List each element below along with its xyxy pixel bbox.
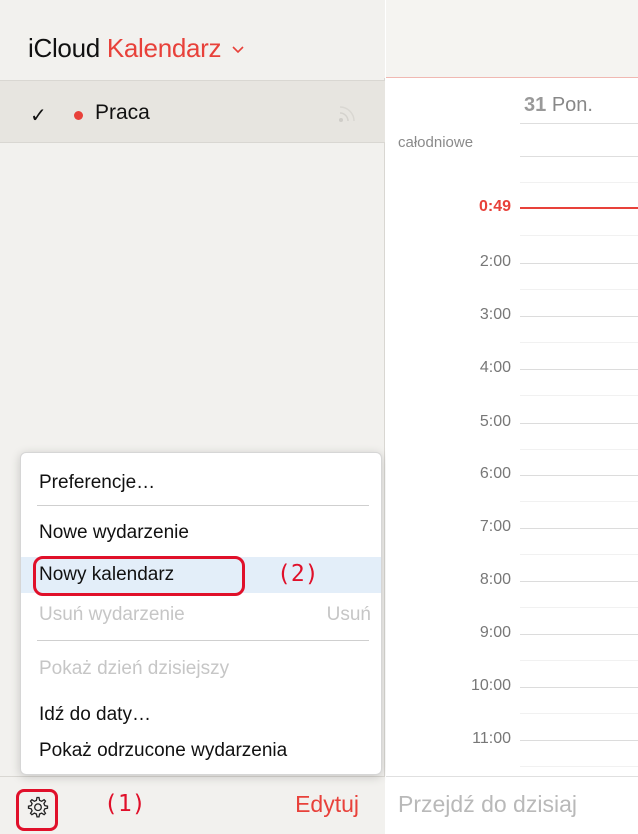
calendar-item-praca[interactable]: ✓ Praca: [0, 80, 385, 143]
edit-button[interactable]: Edytuj: [295, 791, 359, 818]
highlight-annotation: [33, 556, 245, 596]
step-1-annotation: (1): [104, 791, 146, 817]
sidebar: iCloud Kalendarz ✓ Praca (1) Edytuj Pref…: [0, 0, 385, 834]
brand-label: iCloud: [28, 33, 100, 63]
menu-item-shortcut: Usuń: [326, 604, 371, 625]
app-name: Kalendarz: [106, 33, 222, 63]
calendar-color-dot: [74, 111, 83, 120]
hour-label: 11:00: [472, 730, 511, 747]
all-day-label: całodniowe: [398, 134, 474, 151]
sidebar-header: iCloud Kalendarz: [0, 0, 385, 78]
grid-line: [520, 713, 638, 714]
hour-label: 10:00: [470, 677, 511, 694]
grid-line: [520, 766, 638, 767]
divider: [520, 156, 638, 157]
app-title[interactable]: iCloud Kalendarz: [28, 30, 244, 64]
hour-line: [520, 263, 638, 264]
hour-label: 5:00: [479, 413, 511, 430]
settings-button[interactable]: [16, 789, 58, 831]
grid-line: [520, 501, 638, 502]
divider: [520, 123, 638, 124]
grid-line: [520, 289, 638, 290]
day-name: Pon.: [551, 94, 593, 116]
grid-line: [520, 395, 638, 396]
menu-item-new-event[interactable]: Nowe wydarzenie: [21, 515, 381, 551]
grid-line: [520, 182, 638, 183]
grid-line: [520, 235, 638, 236]
hour-line: [520, 581, 638, 582]
share-icon[interactable]: [338, 103, 360, 128]
step-2-annotation: (2): [277, 561, 319, 587]
hour-line: [520, 687, 638, 688]
current-time-label: 0:49: [478, 198, 511, 215]
menu-separator: [37, 640, 369, 641]
go-to-today-button[interactable]: Przejdź do dzisiaj: [398, 791, 577, 818]
gear-icon: [24, 795, 50, 826]
menu-item-go-to-date[interactable]: Idź do daty…: [21, 697, 381, 733]
hour-label: 9:00: [479, 624, 511, 641]
grid-line: [520, 342, 638, 343]
menu-item-preferences[interactable]: Preferencje…: [21, 465, 381, 501]
hour-label: 8:00: [479, 571, 511, 588]
hour-line: [520, 316, 638, 317]
hour-line: [520, 528, 638, 529]
chevron-down-icon[interactable]: [232, 30, 244, 61]
settings-menu: Preferencje… Nowe wydarzenie Nowy kalend…: [20, 452, 382, 775]
main-footer: Przejdź do dzisiaj: [386, 776, 638, 834]
grid-line: [520, 449, 638, 450]
checkmark-icon[interactable]: ✓: [30, 103, 47, 128]
day-header: 31 Pon.: [524, 94, 593, 117]
hour-line: [520, 369, 638, 370]
grid-line: [520, 554, 638, 555]
hour-label: 2:00: [479, 253, 511, 270]
menu-separator: [37, 505, 369, 506]
hour-line: [520, 634, 638, 635]
hour-label: 7:00: [479, 518, 511, 535]
hour-label: 3:00: [479, 306, 511, 323]
hour-line: [520, 740, 638, 741]
hour-label: 6:00: [479, 465, 511, 482]
grid-line: [520, 607, 638, 608]
day-view: 31 Pon. całodniowe 0:49 2:00 3:00 4:00 5…: [386, 0, 638, 834]
sidebar-footer: (1) Edytuj: [0, 776, 385, 834]
hour-line: [520, 423, 638, 424]
day-number: 31: [524, 94, 547, 116]
hour-line: [520, 475, 638, 476]
menu-item-delete-event-label: Usuń wydarzenie: [39, 604, 185, 625]
calendar-name: Praca: [95, 101, 150, 124]
grid-line: [520, 660, 638, 661]
menu-item-show-today: Pokaż dzień dzisiejszy: [39, 658, 230, 679]
menu-item-delete-event: Usuń wydarzenie Usuń: [21, 597, 381, 633]
current-time-line: [520, 207, 638, 209]
main-header: [386, 0, 638, 78]
hour-label: 4:00: [479, 359, 511, 376]
menu-item-show-declined[interactable]: Pokaż odrzucone wydarzenia: [21, 733, 381, 769]
